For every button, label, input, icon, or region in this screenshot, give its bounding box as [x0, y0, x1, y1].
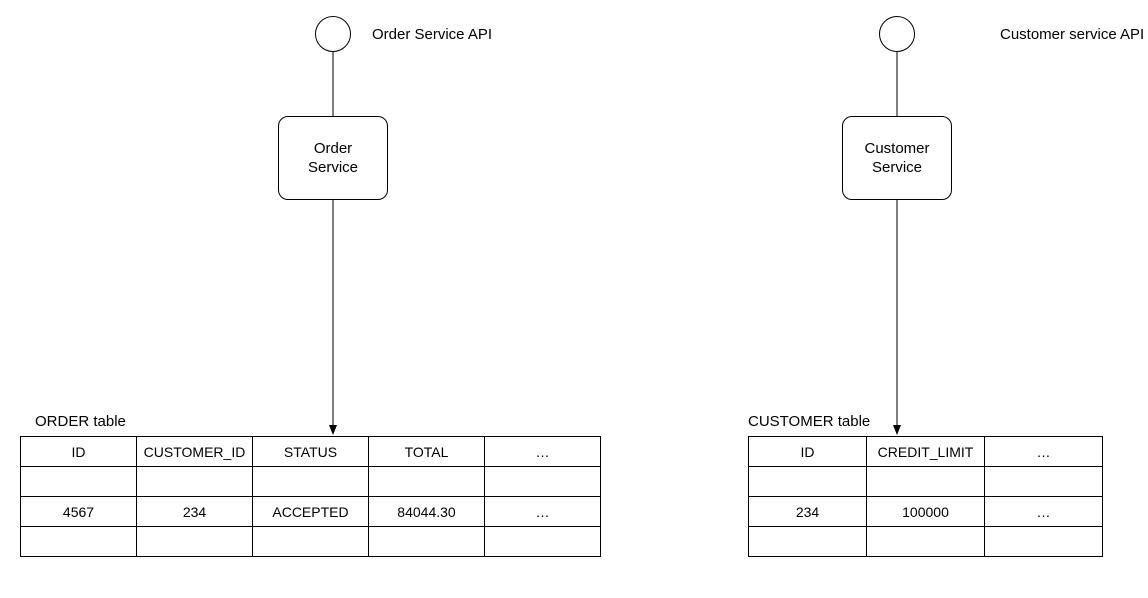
table-row: 234 100000 …	[749, 497, 1103, 527]
order-col-total: TOTAL	[369, 437, 485, 467]
table-row	[749, 527, 1103, 557]
table-row	[749, 467, 1103, 497]
table-row	[21, 527, 601, 557]
table-row	[21, 467, 601, 497]
customer-col-creditlimit: CREDIT_LIMIT	[867, 437, 985, 467]
table-header-row: ID CUSTOMER_ID STATUS TOTAL …	[21, 437, 601, 467]
order-table-label: ORDER table	[35, 413, 126, 430]
customer-api-label: Customer service API	[1000, 26, 1144, 43]
table-header-row: ID CREDIT_LIMIT …	[749, 437, 1103, 467]
customer-col-more: …	[985, 437, 1103, 467]
order-service-box: OrderService	[278, 116, 388, 200]
order-table: ID CUSTOMER_ID STATUS TOTAL … 4567 234 A…	[20, 436, 601, 557]
order-api-circle	[315, 16, 351, 52]
order-col-customerid: CUSTOMER_ID	[137, 437, 253, 467]
order-api-label: Order Service API	[372, 26, 492, 43]
customer-table: ID CREDIT_LIMIT … 234 100000 …	[748, 436, 1103, 557]
customer-service-box: CustomerService	[842, 116, 952, 200]
customer-col-id: ID	[749, 437, 867, 467]
order-col-status: STATUS	[253, 437, 369, 467]
order-col-id: ID	[21, 437, 137, 467]
customer-api-circle	[879, 16, 915, 52]
customer-table-label: CUSTOMER table	[748, 413, 870, 430]
table-row: 4567 234 ACCEPTED 84044.30 …	[21, 497, 601, 527]
architecture-diagram: Order Service API OrderService ORDER tab…	[0, 0, 1148, 598]
order-service-label: OrderService	[308, 139, 358, 178]
customer-service-label: CustomerService	[864, 139, 929, 178]
order-col-more: …	[485, 437, 601, 467]
